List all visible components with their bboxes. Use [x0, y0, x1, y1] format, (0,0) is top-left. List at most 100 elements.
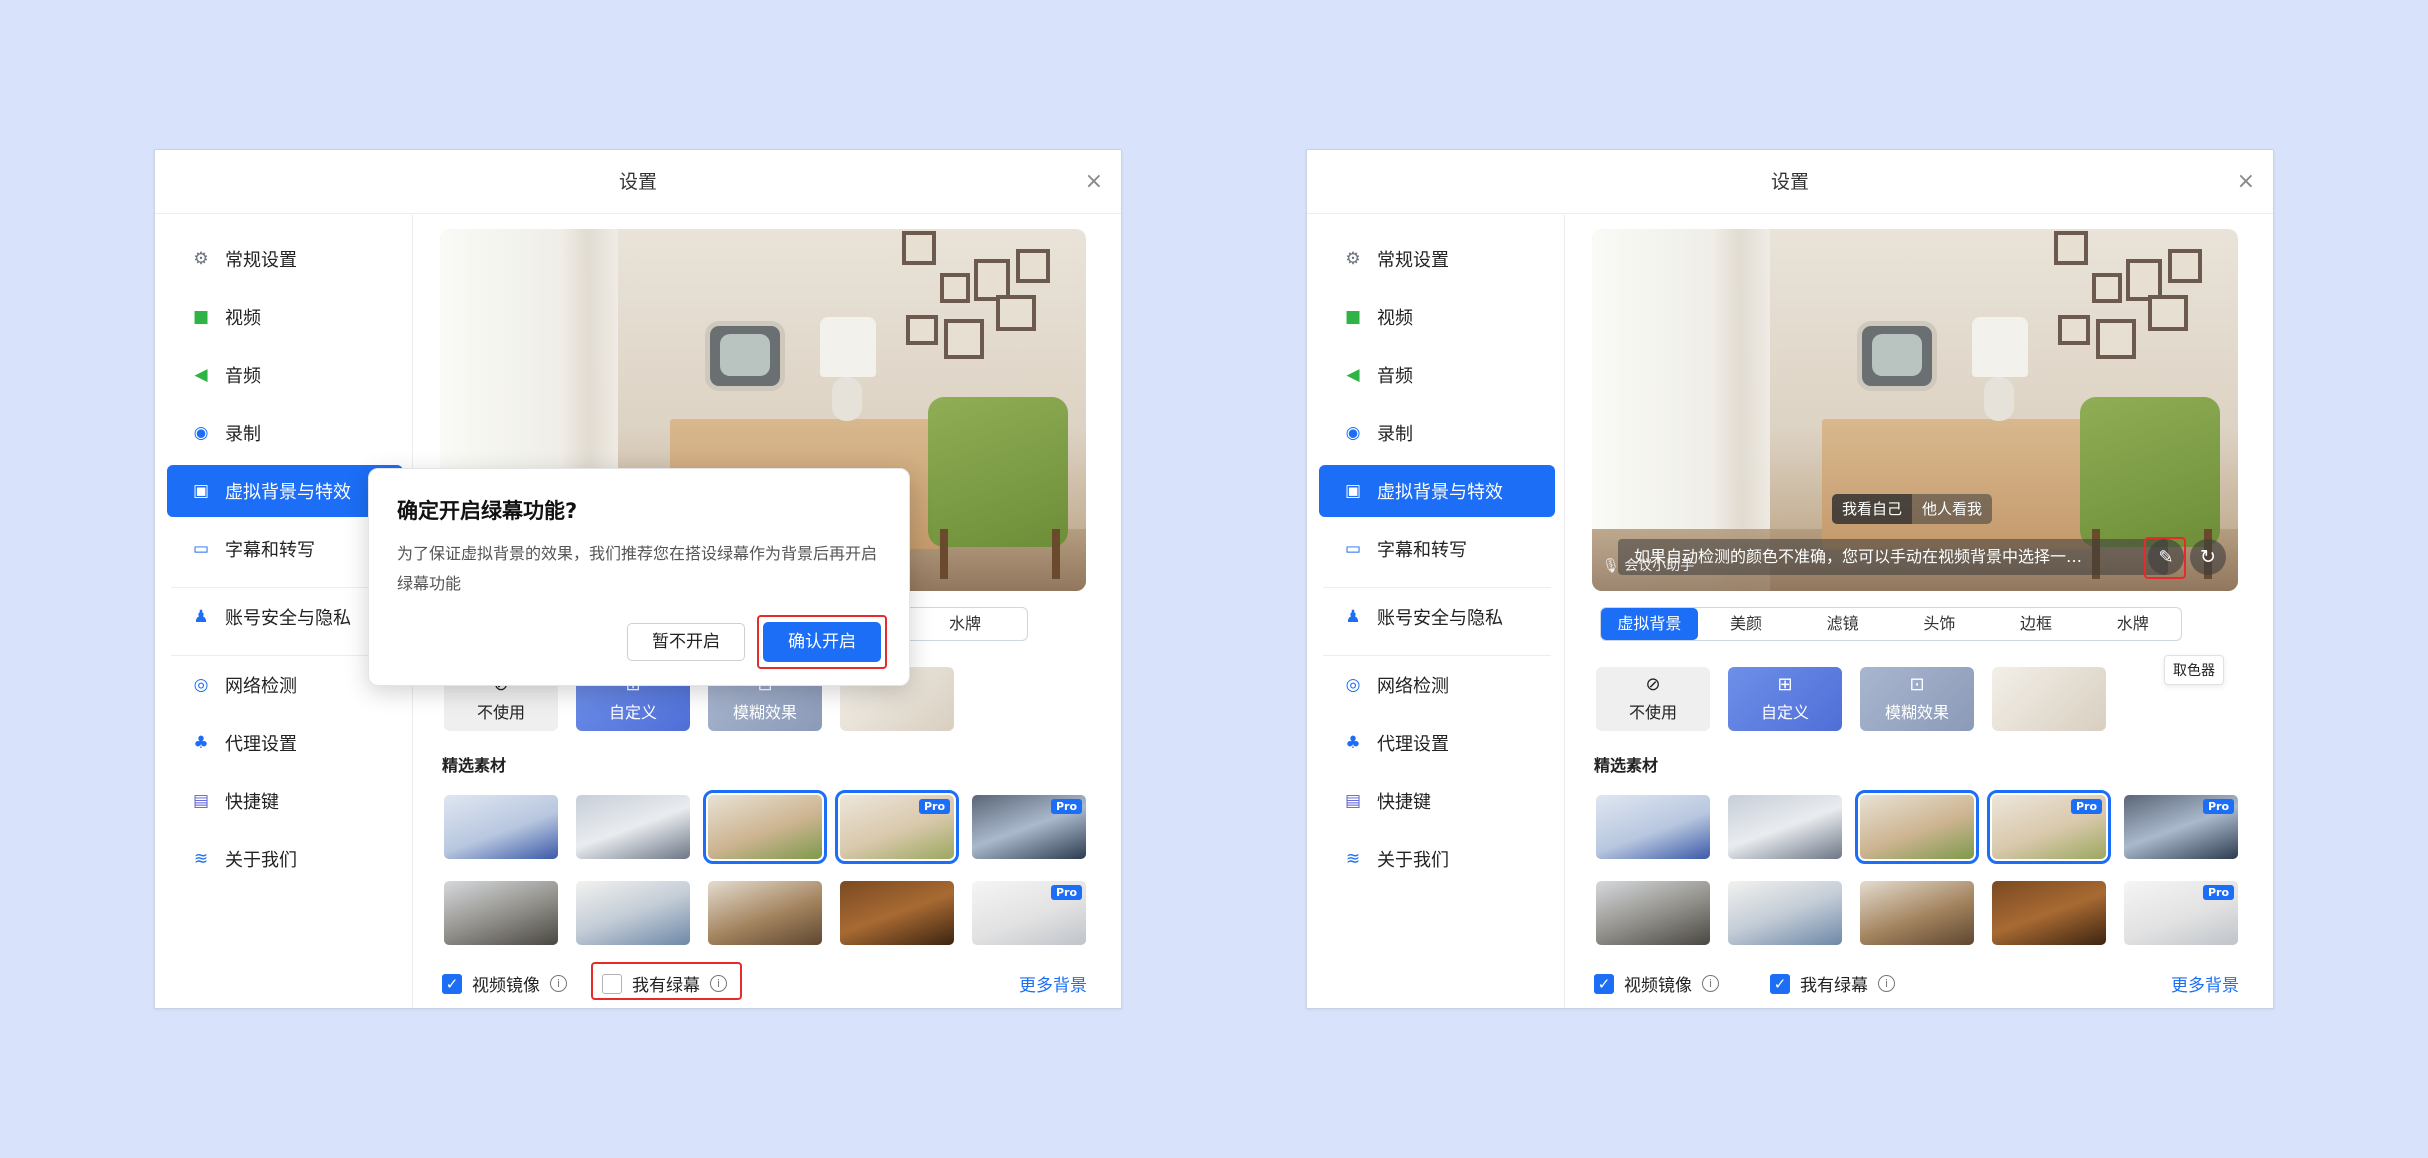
background-thumb[interactable] [444, 881, 558, 945]
checkbox-checked-icon[interactable]: ✓ [1594, 973, 1614, 994]
network-icon: ♣ [193, 733, 209, 753]
background-thumb[interactable] [1596, 881, 1710, 945]
reset-button[interactable]: ↻ [2190, 539, 2226, 575]
info-icon[interactable]: i [1878, 975, 1895, 992]
sidebar-item-general[interactable]: ⚙ 常规设置 [167, 233, 403, 285]
window-title: 设置 [618, 171, 657, 193]
sidebar-item-video[interactable]: ■ 视频 [1319, 291, 1555, 343]
checkbox-checked-icon[interactable]: ✓ [1770, 973, 1790, 994]
background-thumb[interactable] [840, 881, 954, 945]
background-thumb[interactable]: Pro [1987, 790, 2111, 864]
background-thumb[interactable]: Pro [2124, 795, 2238, 859]
tab-virtual-background[interactable]: 虚拟背景 [1601, 608, 1698, 640]
sidebar-item-record[interactable]: ◉ 录制 [1319, 407, 1555, 459]
pro-badge: Pro [2202, 885, 2234, 900]
gear-icon: ⚙ [193, 249, 209, 269]
tab-border[interactable]: 边框 [1988, 608, 2085, 640]
background-thumb[interactable] [1728, 881, 1842, 945]
close-icon[interactable]: × [2237, 150, 2255, 214]
green-screen-option[interactable]: ✓ 我有绿幕 i [1770, 971, 1895, 996]
view-self-toggle[interactable]: 我看自己 [1832, 494, 1913, 524]
sidebar-item-virtual-background[interactable]: ▣ 虚拟背景与特效 [1319, 465, 1555, 517]
info-icon[interactable]: i [550, 975, 567, 992]
green-screen-confirm-dialog: 确定开启绿幕功能? 为了保证虚拟背景的效果，我们推荐您在搭设绿幕作为背景后再开启… [368, 468, 910, 686]
background-thumb[interactable] [1728, 795, 1842, 859]
pro-badge: Pro [2202, 799, 2234, 814]
background-thumb[interactable] [708, 881, 822, 945]
sidebar: ⚙ 常规设置 ■ 视频 ◀ 音频 ◉ 录制 ▣ 虚拟背景与特效 ▭ 字幕和转写 ♟ 账号安全与… [1307, 215, 1565, 1008]
refresh-icon: ↻ [2200, 546, 2216, 568]
logo-icon: ≋ [193, 849, 209, 869]
mirror-video-option[interactable]: ✓ 视频镜像 i [1594, 971, 1719, 996]
tab-filter[interactable]: 滤镜 [1794, 608, 1891, 640]
keyboard-icon: ▤ [1344, 791, 1362, 811]
section-title-featured: 精选素材 [1594, 756, 1659, 775]
background-thumb[interactable] [1855, 790, 1979, 864]
video-camera-icon: ■ [192, 307, 210, 327]
background-thumb[interactable] [1992, 881, 2106, 945]
not-now-button[interactable]: 暂不开启 [627, 623, 745, 661]
chair-image [928, 397, 1068, 547]
highlight-box-confirm [757, 615, 887, 669]
effect-tabs: 虚拟背景 美颜 滤镜 头饰 边框 水牌 [1600, 607, 2182, 641]
sidebar-item-proxy[interactable]: ♣ 代理设置 [167, 717, 403, 769]
sidebar-item-video[interactable]: ■ 视频 [167, 291, 403, 343]
option-blur[interactable]: ⊡ 模糊效果 [1860, 667, 1974, 731]
highlight-box-green-screen [591, 962, 742, 1000]
pro-badge: Pro [2070, 799, 2102, 814]
info-icon[interactable]: i [1702, 975, 1719, 992]
sidebar-item-shortcuts[interactable]: ▤ 快捷键 [1319, 775, 1555, 827]
chair-image [2080, 397, 2220, 547]
sidebar-item-about[interactable]: ≋ 关于我们 [1319, 833, 1555, 885]
background-thumb[interactable] [576, 795, 690, 859]
section-title-featured: 精选素材 [442, 756, 507, 775]
tab-beauty[interactable]: 美颜 [1698, 608, 1795, 640]
option-room-background[interactable] [1992, 667, 2106, 731]
mirror-video-option[interactable]: ✓ 视频镜像 i [442, 971, 567, 996]
globe-icon: ◎ [1345, 675, 1361, 695]
sidebar-divider [1323, 655, 1551, 656]
network-icon: ♣ [1345, 733, 1361, 753]
checkbox-checked-icon[interactable]: ✓ [442, 973, 462, 994]
window-title: 设置 [1770, 171, 1809, 193]
sidebar-item-about[interactable]: ≋ 关于我们 [167, 833, 403, 885]
tab-watermark[interactable]: 水牌 [903, 608, 1027, 640]
user-lock-icon: ♟ [193, 607, 209, 627]
background-thumb[interactable] [444, 795, 558, 859]
tab-headwear[interactable]: 头饰 [1891, 608, 1988, 640]
close-icon[interactable]: × [1085, 150, 1103, 214]
sidebar-item-network-check[interactable]: ◎ 网络检测 [1319, 659, 1555, 711]
sidebar-item-captions[interactable]: ▭ 字幕和转写 [1319, 523, 1555, 575]
sidebar-item-account-security[interactable]: ♟ 账号安全与隐私 [1319, 591, 1555, 643]
sidebar-item-record[interactable]: ◉ 录制 [167, 407, 403, 459]
background-thumb[interactable] [576, 881, 690, 945]
option-custom[interactable]: ⊞ 自定义 [1728, 667, 1842, 731]
tab-watermark[interactable]: 水牌 [2084, 608, 2181, 640]
background-thumb[interactable]: Pro [835, 790, 959, 864]
background-thumb[interactable]: Pro [972, 795, 1086, 859]
meeting-assistant-label: 🎙 会议小助手 [1602, 558, 1695, 574]
caption-icon: ▭ [1344, 539, 1362, 559]
settings-window-right: 设置 × ⚙ 常规设置 ■ 视频 ◀ 音频 ◉ 录制 ▣ 虚拟背景与特效 ▭ 字幕和转写 ♟… [1306, 149, 2274, 1009]
option-none[interactable]: ⊘ 不使用 [1596, 667, 1710, 731]
view-others-toggle[interactable]: 他人看我 [1912, 494, 1992, 524]
video-preview: 我看自己 他人看我 如果自动检测的颜色不准确，您可以手动在视频背景中选择一… 🎙… [1592, 229, 2238, 591]
more-backgrounds-link[interactable]: 更多背景 [1019, 971, 1087, 996]
sidebar-item-general[interactable]: ⚙ 常规设置 [1319, 233, 1555, 285]
background-thumb[interactable]: Pro [972, 881, 1086, 945]
sidebar-item-shortcuts[interactable]: ▤ 快捷键 [167, 775, 403, 827]
portrait-icon: ▣ [1344, 481, 1362, 501]
background-thumb[interactable] [703, 790, 827, 864]
record-icon: ◉ [193, 423, 209, 443]
highlight-box-color-picker [2144, 537, 2186, 579]
user-lock-icon: ♟ [1345, 607, 1361, 627]
background-thumb[interactable] [1860, 881, 1974, 945]
background-thumb[interactable] [1596, 795, 1710, 859]
content-area: 我看自己 他人看我 如果自动检测的颜色不准确，您可以手动在视频背景中选择一… 🎙… [1566, 215, 2273, 1008]
more-backgrounds-link[interactable]: 更多背景 [2171, 971, 2239, 996]
sidebar-item-audio[interactable]: ◀ 音频 [1319, 349, 1555, 401]
background-thumb[interactable]: Pro [2124, 881, 2238, 945]
sidebar-item-proxy[interactable]: ♣ 代理设置 [1319, 717, 1555, 769]
sidebar-item-audio[interactable]: ◀ 音频 [167, 349, 403, 401]
speaker-icon: ◀ [1346, 365, 1360, 385]
